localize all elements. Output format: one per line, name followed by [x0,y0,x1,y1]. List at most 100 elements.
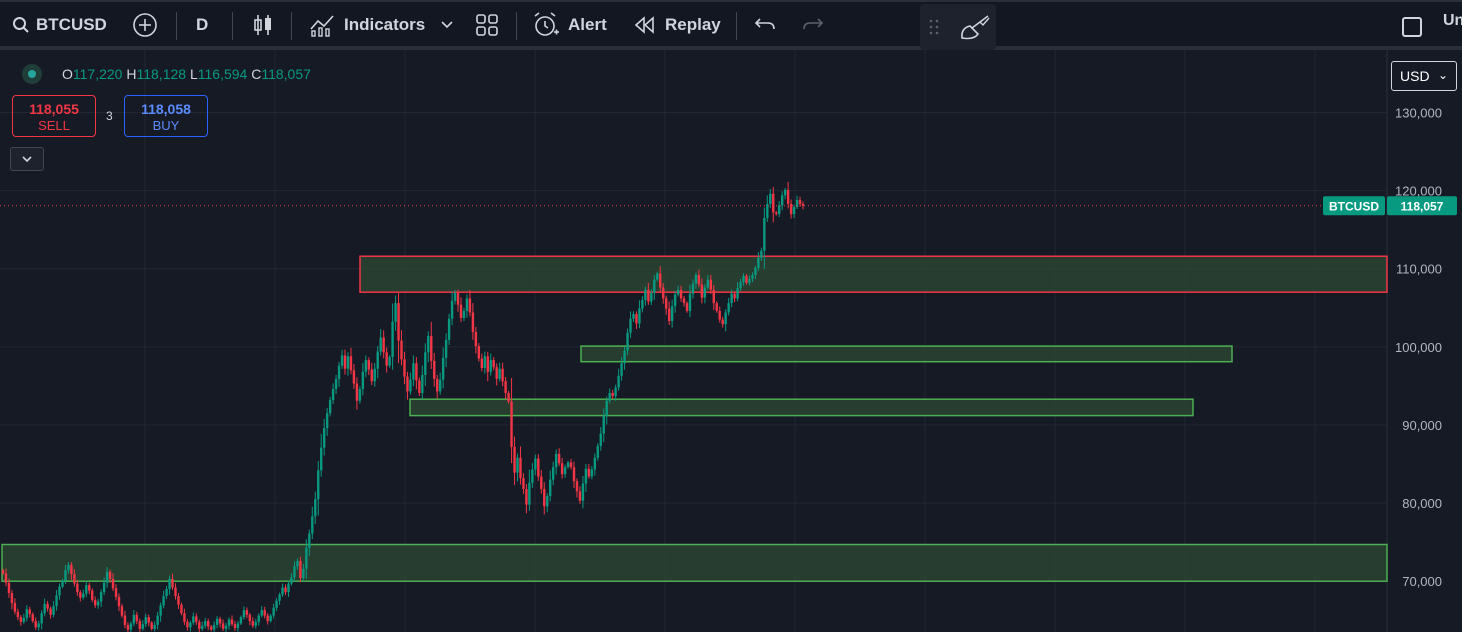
candle-body [450,300,454,319]
candle-body [221,623,225,629]
currency-select[interactable]: USD ⌄ [1391,61,1457,91]
candle-body [421,374,424,393]
candle-body [358,389,362,401]
candle-body [789,203,793,215]
open-value: 117,220 [72,66,123,82]
candle-body [635,314,638,324]
sell-button[interactable]: 118,055 SELL [12,95,96,137]
layouts-button[interactable] [476,2,498,48]
chevron-down-icon [22,156,32,163]
candle-body [444,339,448,358]
candle-body [459,304,463,318]
candle-body [85,585,88,594]
candle-body [102,582,106,593]
candle-body [682,298,686,304]
fullscreen-square-icon[interactable] [1402,17,1422,37]
price-chart[interactable]: 70,00080,00090,000100,000110,000120,0001… [0,50,1462,632]
undo-button[interactable] [754,2,776,48]
candle-body [400,340,403,360]
candle-body [189,622,192,628]
replay-button[interactable]: Replay [633,2,721,48]
alert-button[interactable]: Alert [532,2,607,48]
compare-button[interactable] [132,2,158,48]
candle-body [647,289,650,302]
candle-body [546,496,549,507]
top-toolbar: BTCUSD D Indicators Alert Replay Un [0,0,1462,50]
candle-body [783,189,787,196]
candle-body [25,609,28,618]
candle-body [308,533,311,548]
symbol-search[interactable]: BTCUSD [12,2,107,48]
candle-body [441,357,445,380]
candle-body [99,592,103,602]
candle-body [123,615,127,625]
candle-body [82,593,85,598]
candle-body [215,618,219,625]
candle-body [733,293,736,299]
candle-body [73,574,76,584]
candle-body [340,355,344,366]
redo-button[interactable] [802,2,824,48]
candle-body [117,596,121,607]
candle-body [673,294,677,307]
candle-body [177,596,180,605]
candle-body [730,293,733,304]
candle-body [269,615,272,622]
candle-body [168,578,171,590]
chevron-down-icon [441,21,453,29]
candle-body [165,589,168,597]
candle-body [447,318,451,340]
candle-body [331,389,335,400]
close-key: C [251,66,262,82]
candle-body [320,447,323,471]
buy-button[interactable]: 118,058 BUY [124,95,208,137]
candle-body [284,587,287,593]
indicators-button[interactable]: Indicators [309,2,425,48]
open-key: O [62,66,73,82]
candle-body [712,289,715,304]
candle-body [153,624,156,629]
indicators-dropdown[interactable] [441,2,453,48]
candle-body [792,207,796,215]
candle-body [778,205,781,215]
candle-body [361,371,365,390]
candle-body [608,392,611,401]
market-status-dot[interactable] [22,64,42,84]
chevron-down-icon: ⌄ [1437,68,1448,82]
candle-body [251,621,255,626]
sell-price: 118,055 [29,101,79,117]
candle-body [111,578,115,589]
candle-body [150,622,153,629]
candle-body [138,621,142,629]
candle-body [688,293,692,311]
candle-body [433,360,436,379]
candle-body [769,193,772,204]
candle-body [325,413,329,429]
candle-body [427,335,430,353]
candle-body [174,587,177,597]
candle-body [727,303,730,313]
candle-body [590,469,594,477]
candle-body [263,610,266,616]
candle-body [534,458,537,470]
candle-body [224,625,228,629]
high-key: H [126,66,137,82]
toolbar-divider [516,12,517,40]
candle-body [667,308,671,322]
candle-body [67,564,70,571]
buy-price: 118,058 [141,101,191,117]
candle-body [93,599,97,606]
candle-body [248,614,252,622]
candle-body [302,568,305,579]
candle-body [159,605,162,616]
candle-body [314,499,317,517]
drawing-toolbar-toggle[interactable] [920,4,996,50]
candle-body [522,478,525,490]
drag-handle-icon [929,18,939,36]
interval-button[interactable]: D [196,2,208,48]
candle-body [186,621,189,628]
candle-body [468,298,472,313]
collapse-legend-button[interactable] [10,147,44,171]
chart-type-button[interactable] [252,2,274,48]
search-icon [12,16,30,34]
